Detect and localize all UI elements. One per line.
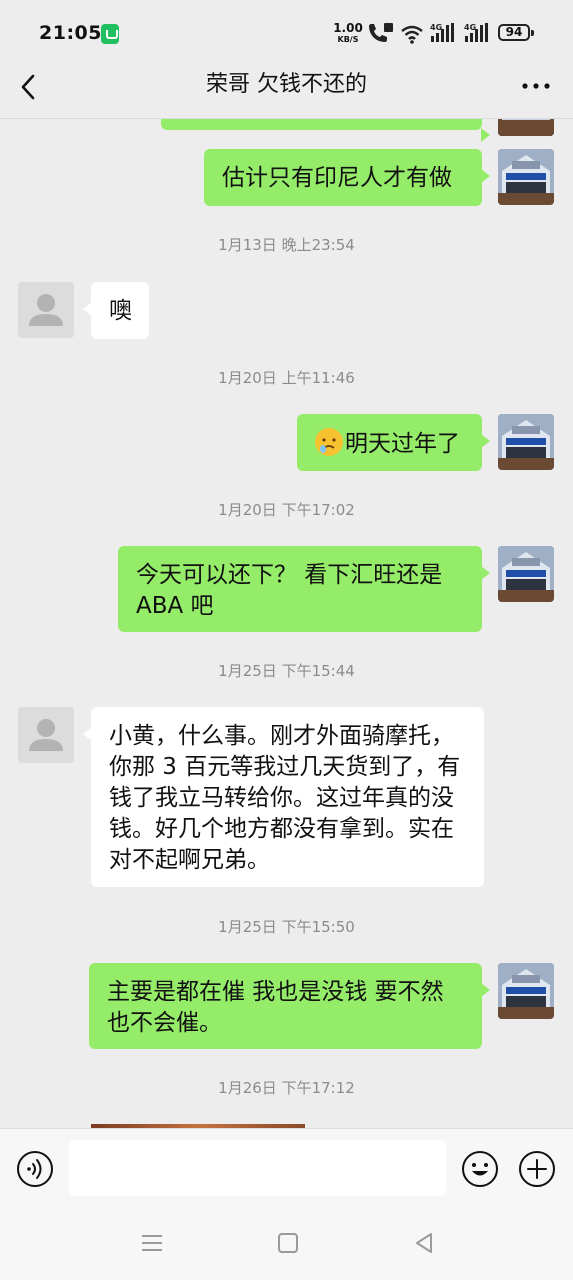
wechat-badge-icon: [101, 24, 119, 44]
signal-4g-icon: 4G: [464, 23, 488, 42]
message-bubble[interactable]: 明天过年了: [297, 414, 490, 471]
timestamp: 1月25日 下午15:50: [218, 918, 355, 936]
network-speed-unit: KB/S: [337, 35, 359, 44]
battery-icon: 94: [498, 24, 534, 41]
timestamp: 1月20日 上午11:46: [218, 369, 355, 387]
call-hd-icon: [369, 23, 393, 42]
avatar[interactable]: [498, 118, 554, 136]
more-dots-icon[interactable]: [521, 74, 551, 98]
message-bubble[interactable]: 主要是都在催 我也是没钱 要不然也不会催。: [89, 963, 490, 1049]
default-avatar-icon: [18, 282, 74, 338]
message-bubble[interactable]: 今天可以还下？ 看下汇旺还是ABA 吧: [118, 546, 490, 632]
chat-header: 荣哥 欠钱不还的: [0, 60, 573, 119]
home-icon[interactable]: [275, 1230, 301, 1256]
timestamp: 1月25日 下午15:44: [218, 662, 355, 680]
timestamp: 1月13日 晚上23:54: [218, 236, 355, 254]
wifi-icon: [401, 25, 423, 44]
status-icons: 4G 4G: [369, 23, 488, 44]
timestamp: 1月26日 下午17:12: [218, 1079, 355, 1097]
input-bar: [0, 1128, 573, 1211]
sad-face-emoji-icon: [315, 428, 343, 456]
message-input[interactable]: [69, 1140, 446, 1196]
chat-title: 荣哥 欠钱不还的: [206, 72, 367, 97]
avatar[interactable]: [498, 963, 554, 1019]
back-triangle-icon[interactable]: [411, 1230, 437, 1256]
svg-text:4G: 4G: [430, 23, 442, 32]
timestamp: 1月20日 下午17:02: [218, 501, 355, 519]
message-text: 明天过年了: [345, 431, 460, 457]
network-speed: 1.00 KB/S: [333, 21, 363, 45]
avatar[interactable]: [498, 414, 554, 470]
signal-4g-icon: 4G: [430, 23, 454, 42]
svg-text:4G: 4G: [464, 23, 476, 32]
avatar[interactable]: [498, 149, 554, 205]
network-speed-value: 1.00: [333, 21, 363, 35]
default-avatar-icon: [18, 707, 74, 763]
avatar[interactable]: [498, 546, 554, 602]
system-nav-bar: [0, 1210, 573, 1280]
status-time: 21:05: [39, 22, 102, 44]
avatar[interactable]: [18, 707, 74, 763]
voice-icon[interactable]: [16, 1150, 54, 1188]
message-bubble[interactable]: 噢: [83, 282, 149, 339]
message-bubble[interactable]: 小黄，什么事。刚才外面骑摩托，你那 3 百元等我过几天货到了，有钱了我立马转给你…: [83, 707, 484, 887]
menu-icon[interactable]: [139, 1230, 165, 1256]
emoji-icon[interactable]: [461, 1150, 499, 1188]
avatar[interactable]: [18, 282, 74, 338]
status-bar: 21:05 1.00 KB/S 4G 4G 94: [0, 0, 573, 66]
message-bubble-partial[interactable]: [161, 118, 490, 142]
message-list[interactable]: 估计只有印尼人才有做 1月13日 晚上23:54 噢 1月20日 上午11:46…: [0, 118, 573, 1128]
message-bubble[interactable]: 估计只有印尼人才有做: [204, 149, 490, 206]
plus-icon[interactable]: [518, 1150, 556, 1188]
